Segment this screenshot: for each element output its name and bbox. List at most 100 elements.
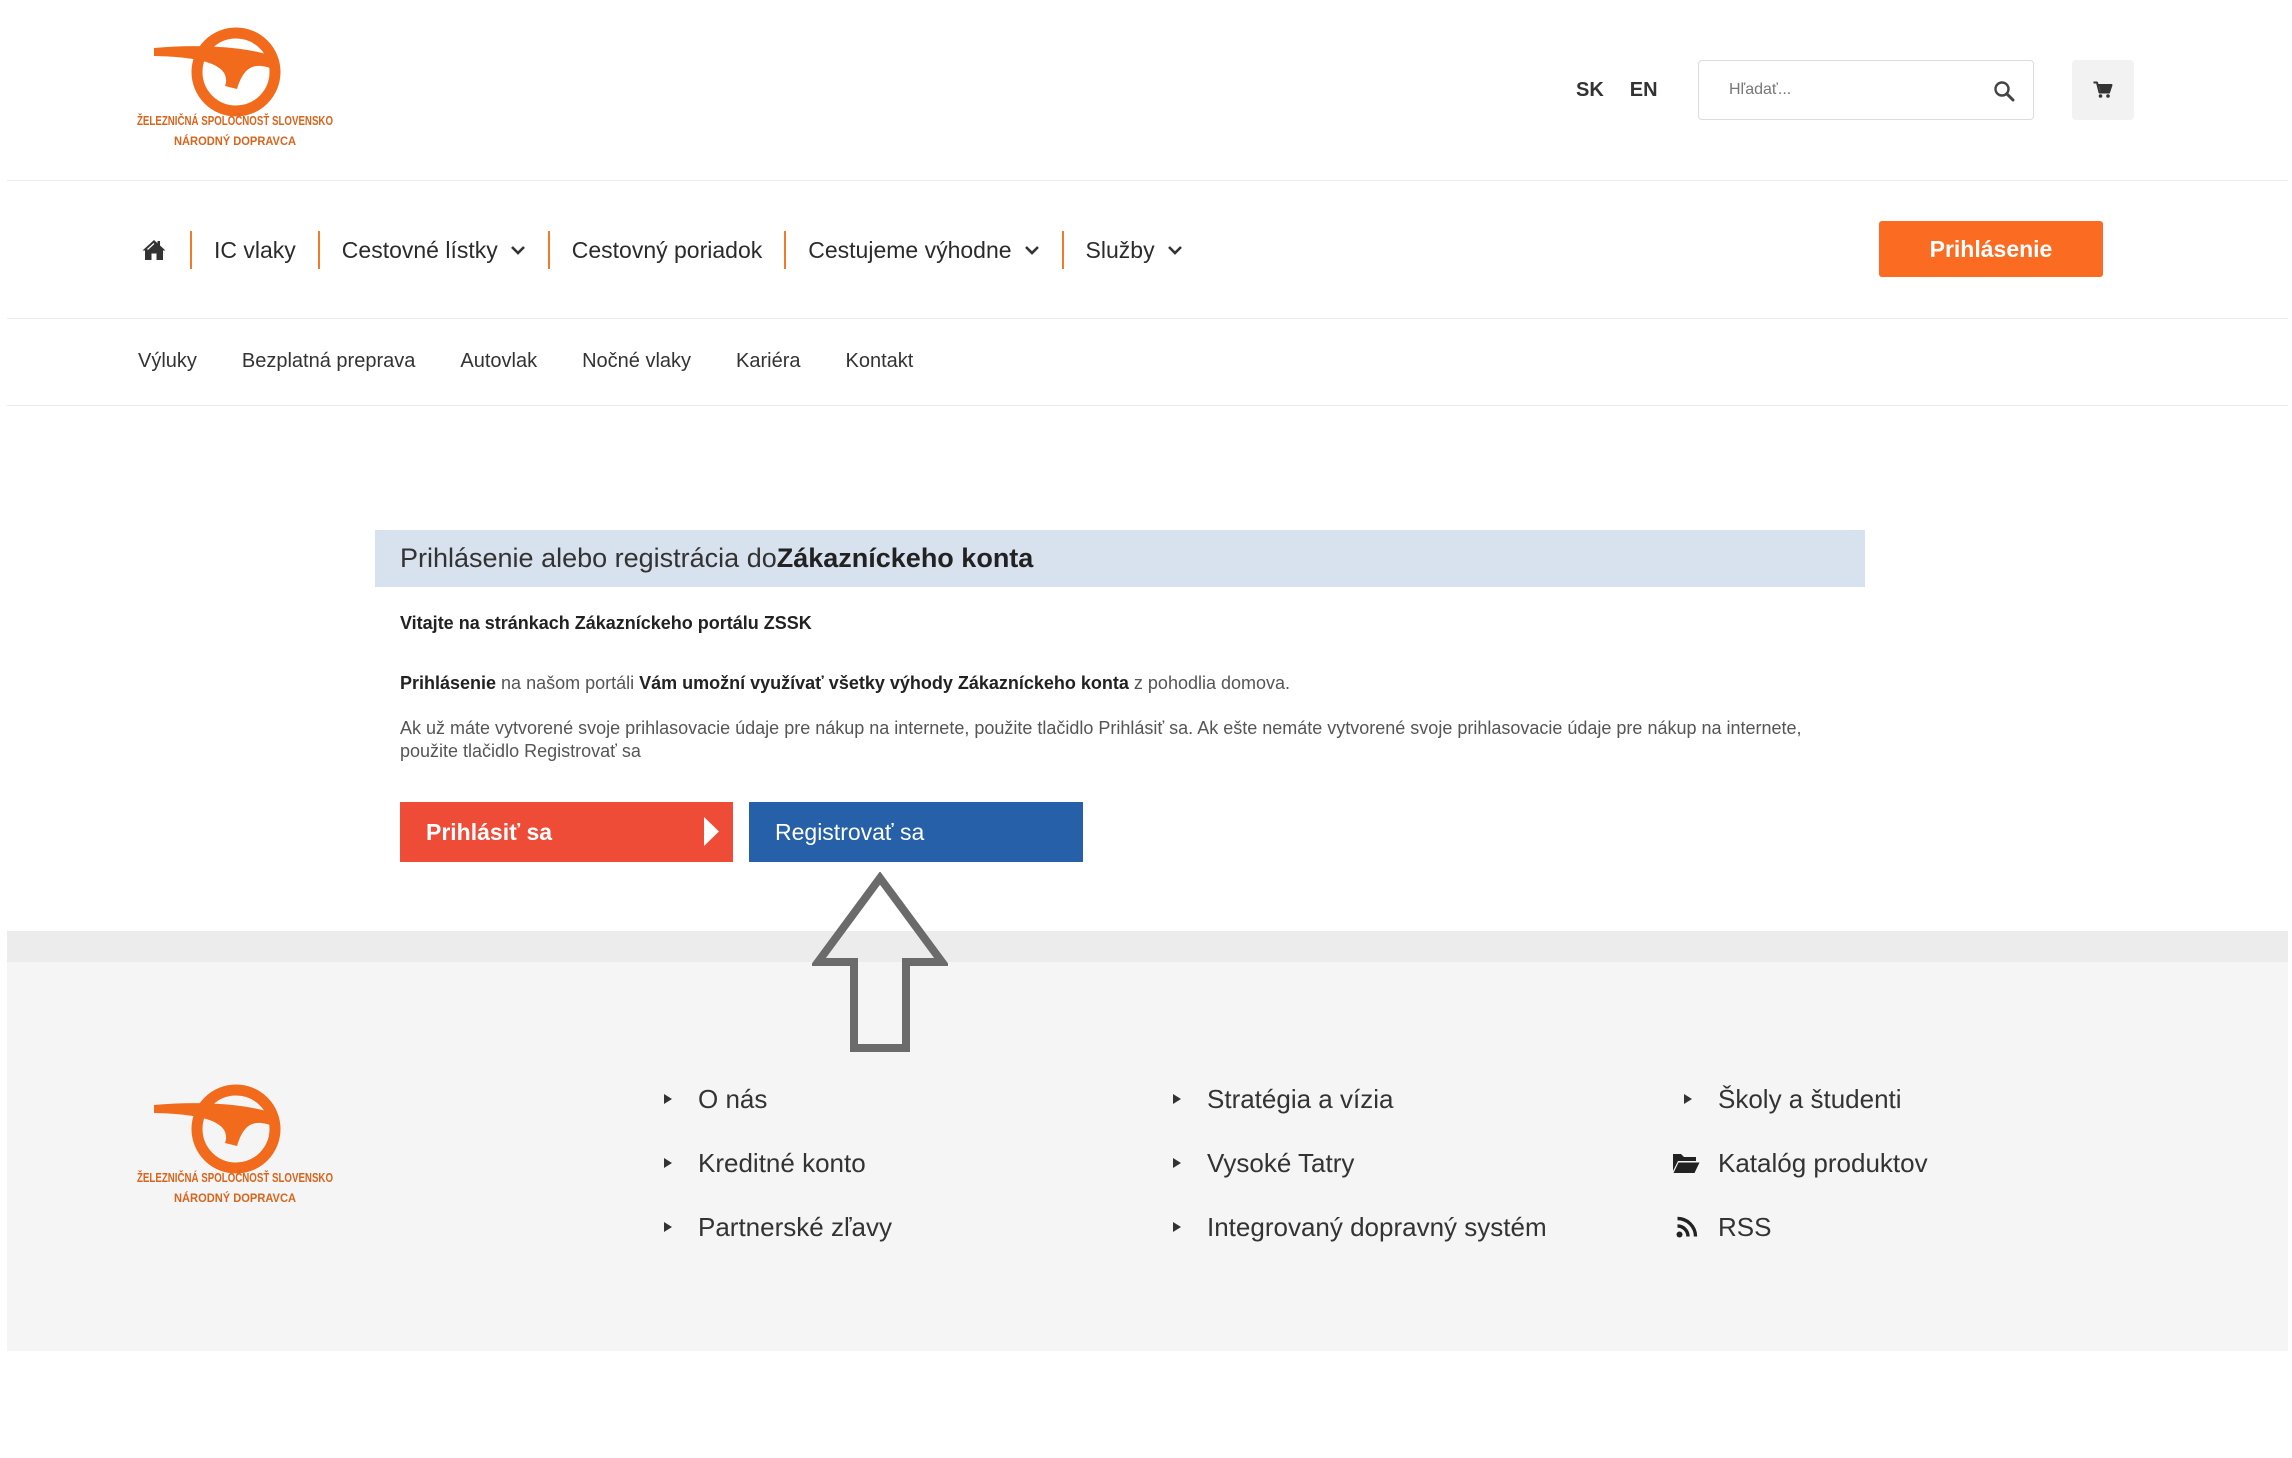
search-input[interactable]	[1699, 61, 1979, 119]
footer-link-label: Integrovaný dopravný systém	[1207, 1211, 1547, 1242]
footer-link-skoly-a-studenti[interactable]: Školy a študenti	[1672, 1067, 1928, 1131]
subnav-item-kontakt[interactable]: Kontakt	[846, 350, 914, 373]
nav-item-cestovne-listky[interactable]: Cestovné lístky	[320, 237, 548, 264]
bullet-icon	[1684, 1094, 1692, 1104]
play-right-icon	[704, 817, 719, 846]
bullet-icon	[664, 1158, 672, 1168]
footer-link-label: Školy a študenti	[1718, 1083, 1902, 1114]
nav-item-cestujeme-vyhodne[interactable]: Cestujeme výhodne	[786, 237, 1061, 264]
login-panel-title: Prihlásenie alebo registrácia do Zákazní…	[375, 530, 1865, 587]
bullet-icon-box	[1167, 1084, 1207, 1114]
header-login-button[interactable]: Prihlásenie	[1879, 221, 2103, 277]
bullet-icon	[664, 1094, 672, 1104]
footer-link-integrovany-dopravny-system[interactable]: Integrovaný dopravný systém	[1167, 1195, 1547, 1259]
search-icon[interactable]	[1993, 80, 2015, 102]
footer-link-rss[interactable]: RSS	[1672, 1195, 1928, 1259]
bullet-icon	[1173, 1094, 1181, 1104]
register-button-label: Registrovať sa	[775, 818, 925, 845]
footer-link-strategia-a-vizia[interactable]: Stratégia a vízia	[1167, 1067, 1547, 1131]
subnav-item-bezplatna-preprava[interactable]: Bezplatná preprava	[242, 350, 415, 373]
subnav-item-autovlak[interactable]: Autovlak	[460, 350, 537, 373]
footer-link-label: RSS	[1718, 1211, 1772, 1242]
footer-link-label: Vysoké Tatry	[1207, 1147, 1355, 1178]
nav-item-ic-vlaky[interactable]: IC vlaky	[192, 237, 318, 264]
login-button-label: Prihlásiť sa	[426, 818, 553, 845]
nav-item-label: Cestovný poriadok	[571, 236, 763, 263]
footer-link-label: Stratégia a vízia	[1207, 1083, 1394, 1114]
nav-divider	[7, 318, 2288, 319]
nav-item-label: Cestovné lístky	[341, 236, 498, 263]
nav-item-sluzby[interactable]: Služby	[1064, 237, 1205, 264]
footer-column-1: O nás Kreditné konto Partnerské zľavy	[658, 1067, 892, 1259]
folder-icon-box	[1672, 1148, 1718, 1178]
footer-link-label: Katalóg produktov	[1718, 1147, 1928, 1178]
footer-column-3: Školy a študenti Katalóg produktov RSS	[1672, 1067, 1928, 1259]
subnav-divider	[7, 405, 2288, 406]
logo-line2: NÁRODNÝ DOPRAVCA	[174, 1190, 296, 1205]
footer-link-katalog-produktov[interactable]: Katalóg produktov	[1672, 1131, 1928, 1195]
zssk-logo-icon: ŽELEZNIČNÁ SPOLOČNOSŤ SLOVENSKO NÁRODNÝ …	[137, 27, 333, 148]
footer-column-2: Stratégia a vízia Vysoké Tatry Integrova…	[1167, 1067, 1547, 1259]
bullet-icon-box	[1167, 1148, 1207, 1178]
panel-title-bold: Zákazníckeho konta	[776, 543, 1034, 573]
bullet-icon-box	[1167, 1212, 1207, 1242]
chevron-down-icon	[1024, 246, 1039, 255]
subnav-item-nocne-vlaky[interactable]: Nočné vlaky	[582, 350, 691, 373]
logo-line1: ŽELEZNIČNÁ SPOLOČNOSŤ SLOVENSKO	[137, 1170, 333, 1185]
bullet-icon-box	[658, 1212, 698, 1242]
intro-paragraph: Prihlásenie na našom portáli Vám umožní …	[400, 671, 1290, 695]
cart-button[interactable]	[2072, 60, 2134, 120]
home-link[interactable]	[142, 239, 190, 261]
cart-icon	[2093, 81, 2113, 98]
footer	[7, 962, 2288, 1351]
chevron-down-icon	[510, 246, 525, 255]
bullet-icon-box	[1672, 1084, 1718, 1114]
nav-item-label: IC vlaky	[214, 236, 296, 263]
rss-icon	[1676, 1216, 1698, 1238]
welcome-heading: Vitajte na stránkach Zákazníckeho portál…	[400, 613, 812, 633]
intro-part3: Vám umožní využívať všetky výhody Zákazn…	[639, 673, 1129, 693]
bullet-icon	[1173, 1158, 1181, 1168]
language-sk[interactable]: SK	[1576, 79, 1604, 102]
intro-part4: z pohodlia domova.	[1128, 673, 1291, 693]
register-button[interactable]: Registrovať sa	[749, 802, 1083, 862]
footer-link-label: Kreditné konto	[698, 1147, 866, 1178]
login-button[interactable]: Prihlásiť sa	[400, 802, 733, 862]
footer-link-o-nas[interactable]: O nás	[658, 1067, 892, 1131]
bullet-icon	[664, 1222, 672, 1232]
footer-link-vysoke-tatry[interactable]: Vysoké Tatry	[1167, 1131, 1547, 1195]
footer-link-label: O nás	[698, 1083, 768, 1114]
home-icon	[142, 240, 166, 260]
sub-nav: Výluky Bezplatná preprava Autovlak Nočné…	[138, 347, 958, 375]
instructions-paragraph: Ak už máte vytvorené svoje prihlasovacie…	[400, 718, 1802, 761]
language-en[interactable]: EN	[1630, 79, 1658, 102]
arrow-up-outline-icon	[812, 872, 948, 1052]
nav-item-label: Cestujeme výhodne	[808, 236, 1012, 263]
logo-line2: NÁRODNÝ DOPRAVCA	[174, 133, 296, 148]
rss-icon-box	[1672, 1212, 1718, 1242]
bullet-icon-box	[658, 1148, 698, 1178]
subnav-item-kariera[interactable]: Kariéra	[736, 350, 800, 373]
main-nav: IC vlaky Cestovné lístky Cestovný poriad…	[142, 226, 1205, 274]
bullet-icon	[1173, 1222, 1181, 1232]
folder-icon	[1673, 1154, 1700, 1173]
intro-part2: na našom portáli	[496, 673, 640, 693]
nav-item-cestovny-poriadok[interactable]: Cestovný poriadok	[550, 237, 785, 264]
bullet-icon-box	[658, 1084, 698, 1114]
logo-line1: ŽELEZNIČNÁ SPOLOČNOSŤ SLOVENSKO	[137, 113, 333, 128]
chevron-down-icon	[1167, 246, 1182, 255]
zssk-logo-icon: ŽELEZNIČNÁ SPOLOČNOSŤ SLOVENSKO NÁRODNÝ …	[137, 1084, 333, 1205]
language-switcher: SK EN	[1576, 76, 1684, 104]
subnav-item-vyluky[interactable]: Výluky	[138, 350, 197, 373]
footer-link-partnerske-zlavy[interactable]: Partnerské zľavy	[658, 1195, 892, 1259]
nav-item-label: Služby	[1085, 236, 1155, 263]
footer-link-label: Partnerské zľavy	[698, 1211, 892, 1242]
footer-zssk-logo[interactable]: ŽELEZNIČNÁ SPOLOČNOSŤ SLOVENSKO NÁRODNÝ …	[136, 1083, 334, 1210]
footer-top-stripe	[7, 931, 2288, 962]
search-box	[1698, 60, 2034, 120]
intro-part1: Prihlásenie	[400, 673, 497, 693]
header-divider	[7, 180, 2288, 181]
zssk-logo[interactable]: ŽELEZNIČNÁ SPOLOČNOSŤ SLOVENSKO NÁRODNÝ …	[136, 26, 334, 153]
panel-title-prefix: Prihlásenie alebo registrácia do	[400, 543, 777, 573]
footer-link-kreditne-konto[interactable]: Kreditné konto	[658, 1131, 892, 1195]
